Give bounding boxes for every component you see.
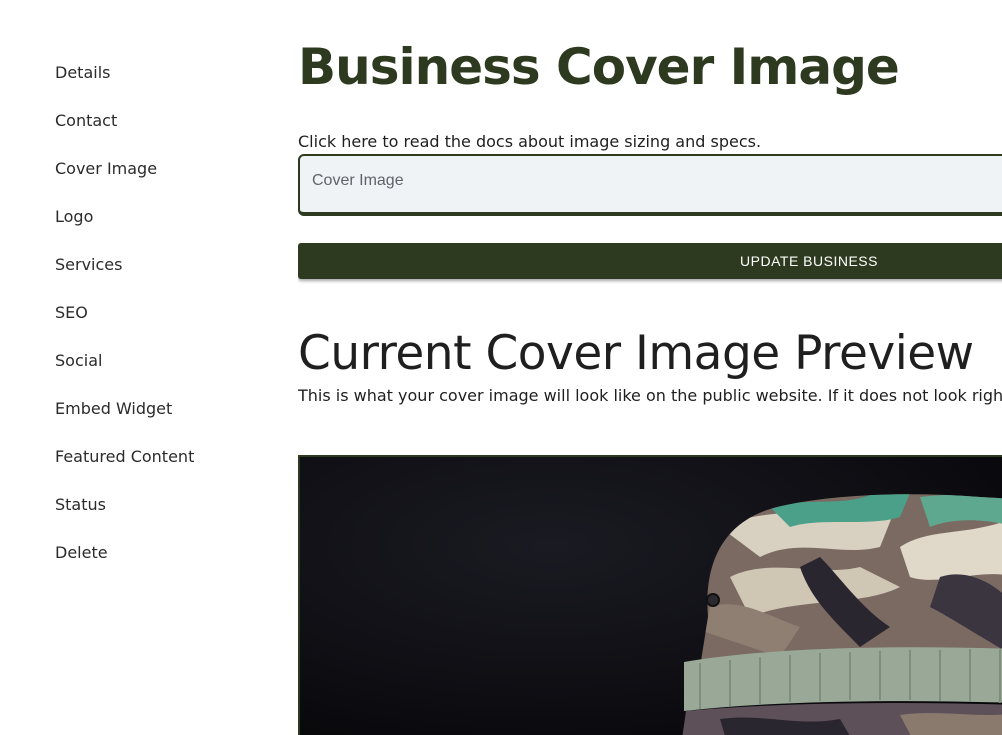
sidebar-item-social[interactable]: Social: [55, 350, 194, 398]
sidebar-item-delete[interactable]: Delete: [55, 542, 194, 590]
preview-title: Current Cover Image Preview: [298, 326, 974, 381]
sidebar-item-details[interactable]: Details: [55, 62, 194, 110]
sidebar-item-logo[interactable]: Logo: [55, 206, 194, 254]
page-title: Business Cover Image: [298, 38, 900, 96]
sidebar-item-seo[interactable]: SEO: [55, 302, 194, 350]
update-business-button[interactable]: UPDATE BUSINESS: [298, 243, 1002, 279]
preview-description: This is what your cover image will look …: [298, 386, 1002, 405]
sidebar-item-status[interactable]: Status: [55, 494, 194, 542]
sidebar-item-contact[interactable]: Contact: [55, 110, 194, 158]
sidebar-item-embed-widget[interactable]: Embed Widget: [55, 398, 194, 446]
camo-bucket-hat-image: [300, 457, 1002, 735]
cover-image-preview: [298, 455, 1002, 735]
sidebar-item-cover-image[interactable]: Cover Image: [55, 158, 194, 206]
docs-link[interactable]: Click here to read the docs about image …: [298, 132, 761, 151]
cover-image-field: [298, 154, 1002, 216]
sidebar-nav: Details Contact Cover Image Logo Service…: [55, 62, 194, 590]
sidebar-item-featured-content[interactable]: Featured Content: [55, 446, 194, 494]
main-content: Business Cover Image Click here to read …: [298, 0, 1002, 735]
cover-image-input[interactable]: [300, 156, 1002, 206]
sidebar-item-services[interactable]: Services: [55, 254, 194, 302]
